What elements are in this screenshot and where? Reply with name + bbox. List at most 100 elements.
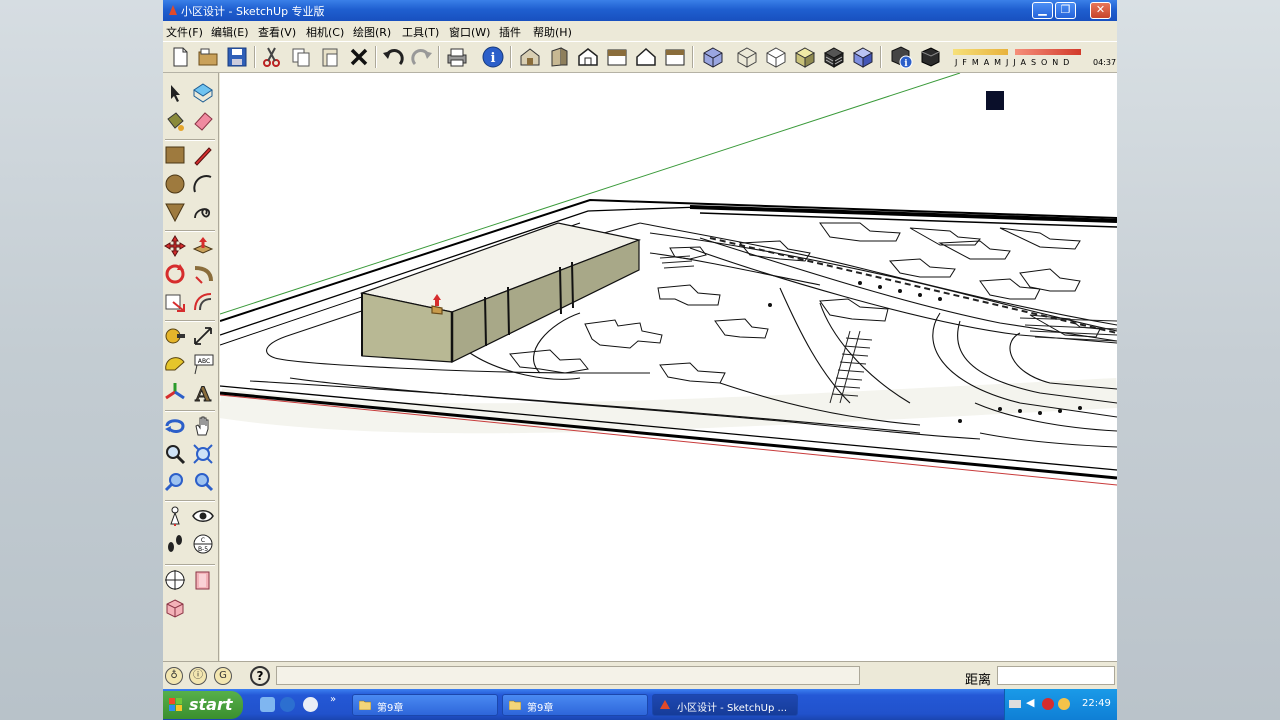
rectangle-tool-button[interactable]: [163, 143, 187, 167]
section-view-button[interactable]: [547, 45, 571, 69]
quicklaunch-overflow-icon[interactable]: »: [330, 694, 336, 705]
close-button[interactable]: ✕: [1090, 2, 1111, 19]
delete-button[interactable]: [347, 45, 371, 69]
sandbox-tool-button[interactable]: [163, 568, 187, 592]
shadow-time-slider[interactable]: [1015, 49, 1081, 55]
save-button[interactable]: [225, 45, 249, 69]
menu-file[interactable]: 文件(F): [166, 24, 203, 40]
xray-style-button[interactable]: [701, 45, 725, 69]
menu-tools[interactable]: 工具(T): [402, 24, 439, 40]
monochrome-style-button[interactable]: [851, 45, 875, 69]
geo-location-icon[interactable]: ♁: [165, 667, 183, 685]
taskbar-item-sketchup[interactable]: 小区设计 - SketchUp ...: [652, 694, 798, 716]
zoom-window-tool-button[interactable]: [191, 442, 215, 466]
zoom-extents-button[interactable]: [191, 470, 215, 494]
axes-tool-button[interactable]: [163, 380, 187, 404]
section-plane-icon: C B-5: [193, 534, 213, 554]
measurement-input[interactable]: [997, 666, 1115, 685]
arc-tool-button[interactable]: [191, 172, 215, 196]
section-plane-button[interactable]: C B-5: [191, 532, 215, 556]
protractor-tool-button[interactable]: [163, 352, 187, 376]
start-button[interactable]: start: [163, 691, 243, 719]
quicklaunch-ie-icon[interactable]: [280, 697, 295, 712]
hidden-line-style-button[interactable]: [764, 45, 788, 69]
new-file-button[interactable]: [168, 45, 192, 69]
roof-button[interactable]: [605, 45, 629, 69]
shadow-settings-button[interactable]: i: [889, 45, 913, 69]
drawing-viewport[interactable]: [220, 73, 1117, 661]
menu-help[interactable]: 帮助(H): [533, 24, 572, 40]
redo-button[interactable]: [410, 45, 434, 69]
rotate-tool-button[interactable]: [163, 262, 187, 286]
walk-tool-button[interactable]: [163, 532, 187, 556]
taskbar-item-folder-1[interactable]: 第9章: [352, 694, 498, 716]
print-button[interactable]: [445, 45, 469, 69]
back-arrow-tray-icon[interactable]: ◀: [1026, 696, 1038, 709]
model-info-button[interactable]: i: [481, 45, 505, 69]
push-pull-tool-button[interactable]: [191, 234, 215, 258]
menu-draw[interactable]: 绘图(R): [353, 24, 391, 40]
paint-bucket-tool-button[interactable]: [163, 109, 187, 133]
minimize-button[interactable]: ▁: [1032, 2, 1053, 19]
shaded-style-button[interactable]: [793, 45, 817, 69]
look-around-button[interactable]: [191, 504, 215, 528]
zoom-tool-button[interactable]: [163, 442, 187, 466]
paste-button[interactable]: [318, 45, 342, 69]
previous-view-button[interactable]: [163, 470, 187, 494]
stamp-tool-button[interactable]: [163, 596, 187, 620]
shadow-date-slider[interactable]: [953, 49, 1008, 55]
volume-tray-icon[interactable]: [1058, 698, 1070, 710]
drape-tool-button[interactable]: [191, 568, 215, 592]
eraser-tool-button[interactable]: [191, 109, 215, 133]
shadow-date-time-control[interactable]: J F M A M J J A S O N D 04:37: [953, 48, 1117, 72]
3d-text-tool-button[interactable]: A: [191, 380, 215, 405]
user-account-icon[interactable]: G: [214, 667, 232, 685]
maximize-button[interactable]: ❐: [1055, 2, 1076, 19]
wireframe-style-button[interactable]: [735, 45, 759, 69]
move-tool-button[interactable]: [163, 234, 187, 258]
info-icon: i: [482, 46, 504, 68]
line-tool-button[interactable]: [191, 143, 215, 167]
menu-camera[interactable]: 相机(C): [306, 24, 344, 40]
gable-view-button[interactable]: [634, 45, 658, 69]
freehand-tool-button[interactable]: [191, 200, 215, 224]
circle-tool-button[interactable]: [163, 172, 187, 196]
house-outline-button[interactable]: [576, 45, 600, 69]
taskbar-clock: 22:49: [1082, 698, 1111, 709]
quicklaunch-globe-icon[interactable]: [303, 697, 318, 712]
offset-tool-button[interactable]: [191, 290, 215, 314]
text-tool-button[interactable]: ABC: [191, 352, 215, 376]
orbit-tool-button[interactable]: [163, 414, 187, 438]
measurement-label: 距离: [965, 673, 992, 688]
textured-style-button[interactable]: [822, 45, 846, 69]
scale-tool-button[interactable]: [163, 290, 187, 314]
menu-window[interactable]: 窗口(W): [449, 24, 490, 40]
pan-tool-button[interactable]: [191, 414, 215, 438]
make-component-tool-button[interactable]: [191, 81, 215, 105]
select-tool-button[interactable]: [163, 81, 187, 105]
follow-me-tool-button[interactable]: [191, 262, 215, 286]
undo-button[interactable]: [381, 45, 405, 69]
position-camera-button[interactable]: [163, 504, 187, 528]
copy-button[interactable]: [289, 45, 313, 69]
taskbar-item-folder-2[interactable]: 第9章: [502, 694, 648, 716]
wall-view-button[interactable]: [663, 45, 687, 69]
follow-me-icon: [194, 266, 213, 284]
quicklaunch-desktop-icon[interactable]: [260, 697, 275, 712]
security-shield-tray-icon[interactable]: [1042, 698, 1054, 710]
dimension-tool-button[interactable]: [191, 324, 215, 348]
model-canvas[interactable]: [220, 73, 1117, 661]
menu-edit[interactable]: 编辑(E): [211, 24, 249, 40]
polygon-tool-button[interactable]: [163, 200, 187, 224]
help-icon[interactable]: ?: [250, 666, 270, 686]
cut-button[interactable]: [260, 45, 284, 69]
menu-plugins[interactable]: 插件: [499, 24, 521, 40]
tape-measure-tool-button[interactable]: [163, 324, 187, 348]
open-file-button[interactable]: [196, 45, 220, 69]
keyboard-tray-icon[interactable]: [1009, 700, 1021, 708]
make-component-button[interactable]: [518, 45, 542, 69]
menu-view[interactable]: 查看(V): [258, 24, 296, 40]
display-shadows-button[interactable]: [919, 45, 943, 69]
credits-icon[interactable]: ⓘ: [189, 667, 207, 685]
system-tray: ◀ 22:49: [1004, 689, 1117, 720]
